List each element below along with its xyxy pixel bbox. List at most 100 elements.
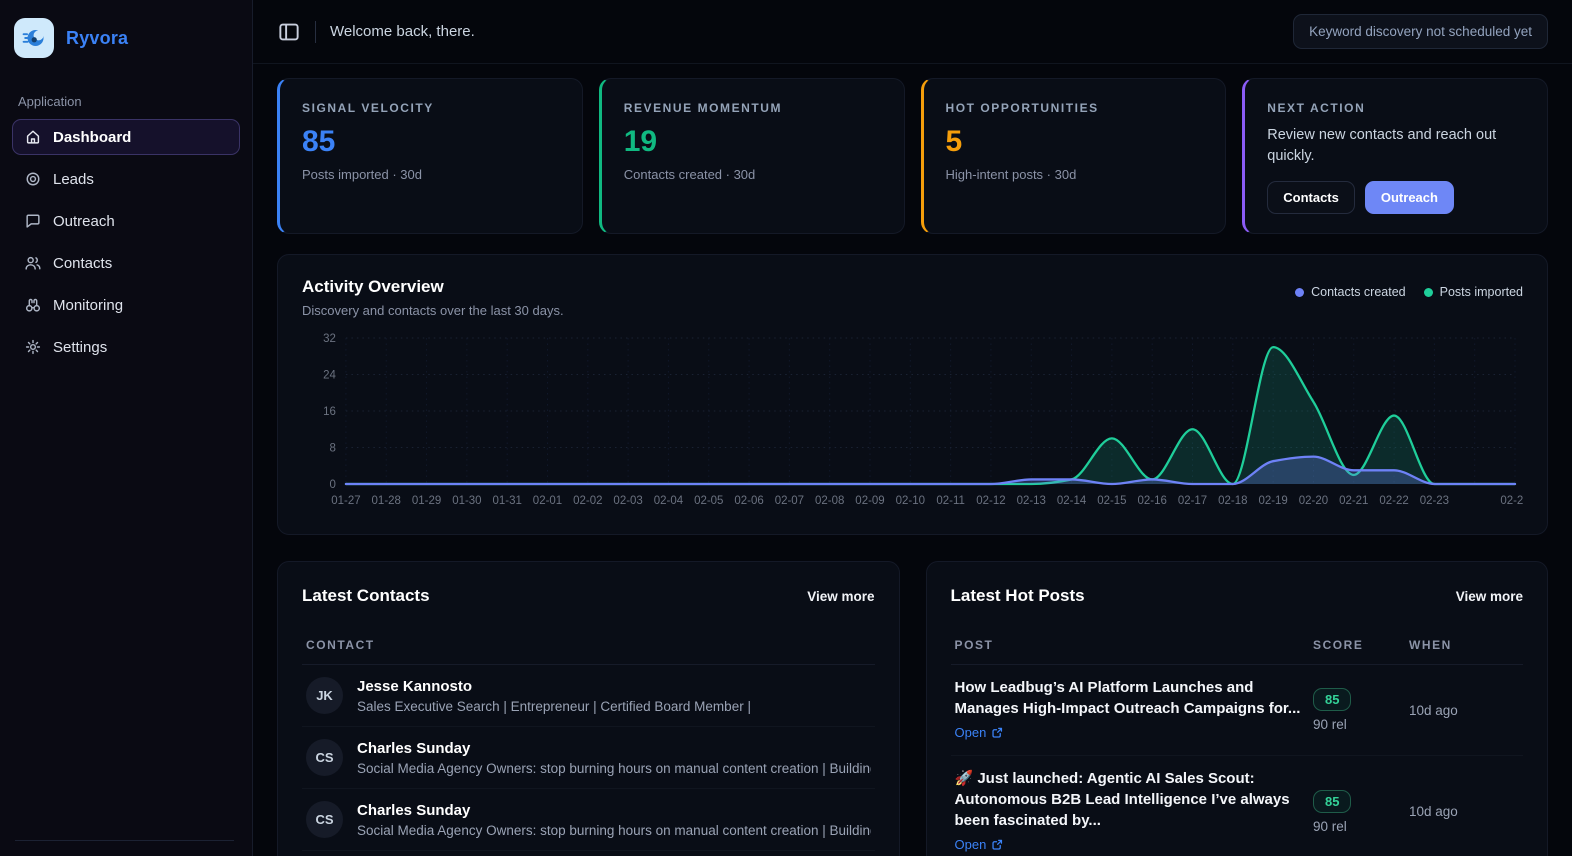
svg-text:32: 32: [323, 333, 336, 345]
activity-overview-card: Activity Overview Discovery and contacts…: [277, 254, 1548, 535]
svg-text:02-16: 02-16: [1138, 495, 1167, 507]
post-open-link[interactable]: Open: [955, 725, 1004, 740]
sidebar-item-label: Outreach: [53, 212, 115, 230]
stats-row: SIGNAL VELOCITY 85 Posts imported · 30d …: [277, 78, 1548, 234]
sidebar-item-label: Monitoring: [53, 296, 124, 314]
contact-row[interactable]: CS Charles Sunday Social Media Agency Ow…: [302, 727, 875, 789]
activity-chart: 0 8 16 24 32 01-27 01-28 01-29 01-30 01-31 02-01 02…: [323, 333, 1523, 507]
svg-text:02-06: 02-06: [734, 495, 763, 507]
svg-text:02-21: 02-21: [1339, 495, 1368, 507]
post-row[interactable]: 🚀 Just launched: Agentic AI Sales Scout:…: [951, 756, 1524, 856]
sidebar-item-label: Contacts: [53, 254, 113, 272]
brand-name: Ryvora: [66, 27, 129, 48]
sidebar-item-contacts[interactable]: Contacts: [12, 245, 240, 281]
stat-card-next-action: NEXT ACTION Review new contacts and reac…: [1242, 78, 1548, 234]
svg-text:02-18: 02-18: [1218, 495, 1247, 507]
stat-label: SIGNAL VELOCITY: [302, 101, 434, 115]
score-badge: 85: [1313, 688, 1352, 712]
sidebar-item-leads[interactable]: Leads: [12, 161, 240, 197]
svg-text:02-11: 02-11: [936, 495, 965, 507]
post-open-link[interactable]: Open: [955, 837, 1004, 852]
latest-contacts-panel: Latest Contacts View more CONTACT JK Jes…: [277, 561, 900, 856]
stat-value: 19: [623, 125, 658, 158]
contact-row[interactable]: JK Jesse Kannosto Sales Executive Search…: [302, 665, 875, 727]
svg-text:02-04: 02-04: [654, 495, 684, 507]
contact-subtitle: Social Media Agency Owners: stop burning…: [357, 760, 871, 776]
sidebar-item-monitoring[interactable]: Monitoring: [12, 287, 240, 323]
stat-subtext: High-intent posts · 30d: [945, 167, 1077, 182]
svg-text:02-25: 02-25: [1500, 495, 1523, 507]
welcome-text: Welcome back, there.: [330, 23, 475, 40]
gear-icon: [24, 338, 42, 356]
svg-text:8: 8: [330, 442, 336, 454]
svg-text:02-17: 02-17: [1178, 495, 1207, 507]
stat-value: 5: [945, 125, 963, 158]
svg-text:02-22: 02-22: [1379, 495, 1408, 507]
post-title: 🚀 Just launched: Agentic AI Sales Scout:…: [954, 770, 1290, 829]
svg-text:02-12: 02-12: [976, 495, 1005, 507]
stat-subtext: Contacts created · 30d: [623, 167, 756, 182]
svg-text:01-29: 01-29: [412, 495, 441, 507]
post-title: How Leadbug’s AI Platform Launches and M…: [954, 679, 1301, 717]
contact-subtitle: Sales Executive Search | Entrepreneur | …: [357, 698, 751, 714]
svg-text:0: 0: [330, 479, 336, 491]
legend-contacts-created: Contacts created: [1295, 285, 1406, 299]
avatar: CS: [306, 739, 343, 776]
svg-text:02-02: 02-02: [573, 495, 602, 507]
avatar: CS: [306, 801, 343, 838]
binoculars-icon: [24, 296, 42, 314]
posts-column-when: WHEN: [1409, 638, 1452, 652]
sidebar-item-settings[interactable]: Settings: [12, 329, 240, 365]
svg-text:16: 16: [323, 406, 336, 418]
outreach-button[interactable]: Outreach: [1364, 181, 1454, 215]
legend-dot-blue: [1295, 287, 1305, 297]
post-when: 10d ago: [1409, 804, 1458, 820]
svg-text:02-03: 02-03: [613, 495, 642, 507]
chart-legend: Contacts created Posts imported: [1295, 277, 1523, 299]
post-row[interactable]: How Leadbug’s AI Platform Launches and M…: [950, 665, 1523, 757]
stat-card-revenue-momentum: REVENUE MOMENTUM 19 Contacts created · 3…: [598, 78, 905, 234]
stat-subtext: Posts imported · 30d: [302, 167, 422, 182]
svg-text:02-19: 02-19: [1258, 495, 1287, 507]
topbar-divider: [315, 20, 316, 43]
svg-text:01-28: 01-28: [372, 495, 401, 507]
panel-title: Latest Hot Posts: [950, 586, 1085, 605]
posts-view-more-link[interactable]: View more: [1456, 589, 1523, 604]
svg-text:02-10: 02-10: [896, 495, 925, 507]
sidebar-item-label: Dashboard: [53, 128, 132, 146]
latest-hot-posts-panel: Latest Hot Posts View more POST SCORE WH…: [925, 561, 1548, 856]
contact-row[interactable]: CS Charles Sunday Social Media Agency Ow…: [302, 789, 875, 851]
sidebar-nav: Dashboard Leads Outreach Contacts Monito…: [12, 119, 240, 365]
contact-name: Jesse Kannosto: [357, 677, 473, 695]
posts-column-score: SCORE: [1313, 638, 1364, 652]
contacts-button[interactable]: Contacts: [1267, 181, 1355, 215]
legend-dot-green: [1423, 287, 1433, 297]
svg-text:02-09: 02-09: [855, 495, 884, 507]
sidebar-item-dashboard[interactable]: Dashboard: [12, 119, 240, 155]
external-link-icon: [992, 839, 1003, 850]
svg-text:01-30: 01-30: [452, 495, 481, 507]
sidebar-item-outreach[interactable]: Outreach: [12, 203, 240, 239]
sidebar-toggle-icon[interactable]: [277, 20, 301, 44]
svg-text:02-13: 02-13: [1017, 495, 1046, 507]
sidebar: Ryvora Application Dashboard Leads Outre…: [0, 0, 253, 856]
contacts-column-header: CONTACT: [302, 638, 875, 665]
chart-title: Activity Overview: [302, 277, 444, 296]
relevance-value: 90 rel: [1313, 818, 1347, 834]
posts-column-post: POST: [954, 638, 994, 652]
contact-subtitle: Social Media Agency Owners: stop burning…: [357, 822, 871, 838]
stat-label: REVENUE MOMENTUM: [623, 101, 783, 115]
contact-name: Charles Sunday: [357, 801, 471, 819]
svg-text:02-05: 02-05: [694, 495, 723, 507]
contacts-view-more-link[interactable]: View more: [807, 589, 874, 604]
topbar: Welcome back, there. Keyword discovery n…: [253, 0, 1572, 64]
svg-text:02-14: 02-14: [1057, 495, 1087, 507]
keyword-discovery-status-badge[interactable]: Keyword discovery not scheduled yet: [1293, 14, 1548, 49]
bottom-panels: Latest Contacts View more CONTACT JK Jes…: [277, 561, 1548, 856]
svg-text:01-31: 01-31: [493, 495, 522, 507]
sidebar-item-label: Leads: [53, 170, 94, 188]
chart-subtitle: Discovery and contacts over the last 30 …: [302, 303, 564, 318]
svg-text:02-01: 02-01: [533, 495, 562, 507]
avatar: JK: [306, 677, 343, 714]
svg-text:02-23: 02-23: [1420, 495, 1449, 507]
